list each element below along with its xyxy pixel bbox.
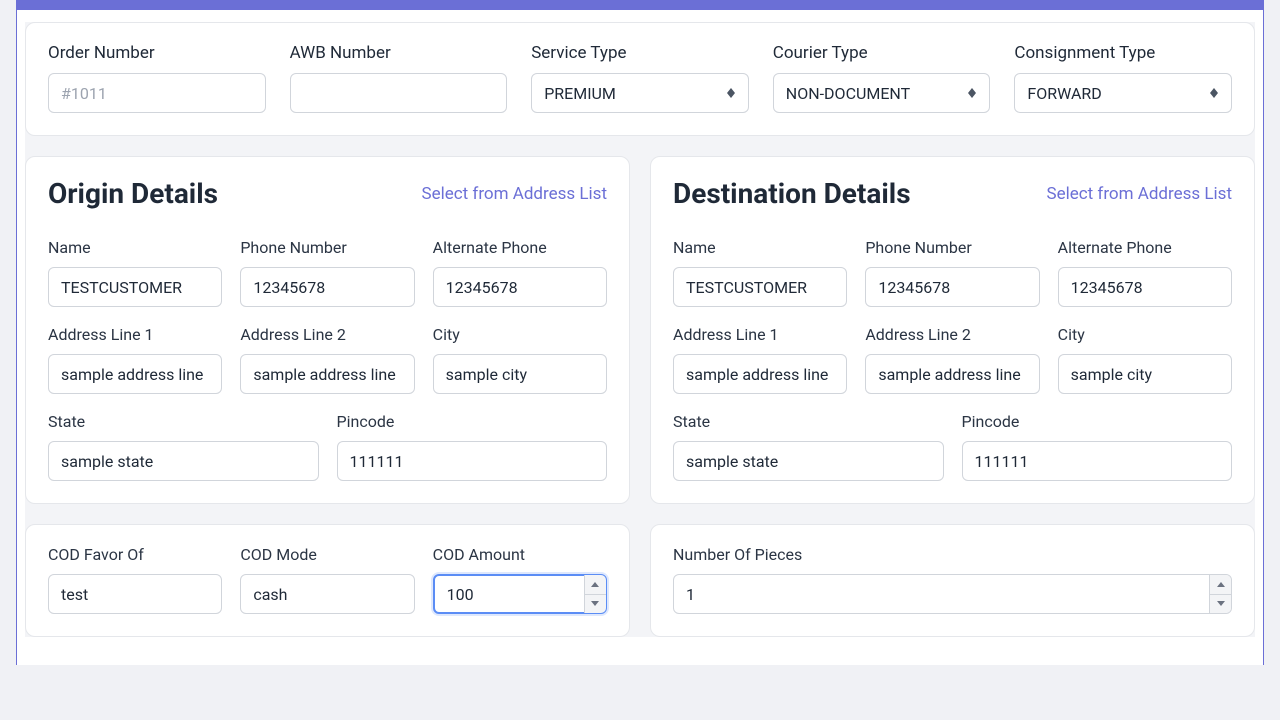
- consignment-type-select[interactable]: FORWARD: [1014, 73, 1232, 113]
- consignment-type-value: FORWARD: [1027, 84, 1101, 103]
- origin-city-input[interactable]: [433, 354, 607, 394]
- origin-name-input[interactable]: [48, 267, 222, 307]
- pieces-spinner: [1209, 575, 1231, 613]
- cod-mode-input[interactable]: [240, 574, 414, 614]
- cod-amount-input[interactable]: [433, 574, 607, 614]
- cod-mode-label: COD Mode: [240, 545, 414, 564]
- courier-type-label: Courier Type: [773, 43, 991, 63]
- cod-amount-step-down[interactable]: [585, 595, 606, 614]
- destination-addr2-input[interactable]: [865, 354, 1039, 394]
- destination-name-input[interactable]: [673, 267, 847, 307]
- origin-state-input[interactable]: [48, 441, 319, 481]
- order-number-label: Order Number: [48, 43, 266, 63]
- origin-alt-phone-input[interactable]: [433, 267, 607, 307]
- awb-number-label: AWB Number: [290, 43, 508, 63]
- destination-phone-label: Phone Number: [865, 238, 1039, 257]
- destination-alt-phone-input[interactable]: [1058, 267, 1232, 307]
- order-number-group: Order Number: [48, 43, 266, 113]
- service-type-label: Service Type: [531, 43, 749, 63]
- origin-addr2-label: Address Line 2: [240, 325, 414, 344]
- destination-city-input[interactable]: [1058, 354, 1232, 394]
- origin-pincode-label: Pincode: [337, 412, 608, 431]
- origin-select-address-link[interactable]: Select from Address List: [421, 184, 607, 204]
- origin-phone-input[interactable]: [240, 267, 414, 307]
- destination-addr1-input[interactable]: [673, 354, 847, 394]
- pieces-input[interactable]: [673, 574, 1232, 614]
- origin-addr1-label: Address Line 1: [48, 325, 222, 344]
- consignment-type-group: Consignment Type FORWARD: [1014, 43, 1232, 113]
- chevron-up-icon: [1217, 582, 1225, 587]
- destination-state-input[interactable]: [673, 441, 944, 481]
- chevron-down-icon: [1217, 601, 1225, 606]
- service-type-group: Service Type PREMIUM: [531, 43, 749, 113]
- destination-phone-input[interactable]: [865, 267, 1039, 307]
- destination-city-label: City: [1058, 325, 1232, 344]
- pieces-label: Number Of Pieces: [673, 545, 1232, 564]
- origin-name-label: Name: [48, 238, 222, 257]
- awb-number-group: AWB Number: [290, 43, 508, 113]
- destination-addr2-label: Address Line 2: [865, 325, 1039, 344]
- origin-title: Origin Details: [48, 177, 218, 210]
- origin-addr1-input[interactable]: [48, 354, 222, 394]
- cod-amount-step-up[interactable]: [585, 575, 606, 595]
- order-number-input[interactable]: [48, 73, 266, 113]
- origin-addr2-input[interactable]: [240, 354, 414, 394]
- chevron-down-icon: [591, 601, 599, 606]
- chevron-up-icon: [591, 582, 599, 587]
- cod-amount-spinner: [584, 575, 606, 613]
- courier-type-group: Courier Type NON-DOCUMENT: [773, 43, 991, 113]
- pieces-step-down[interactable]: [1210, 595, 1231, 614]
- destination-pincode-label: Pincode: [962, 412, 1233, 431]
- origin-pincode-input[interactable]: [337, 441, 608, 481]
- destination-title: Destination Details: [673, 177, 911, 210]
- awb-number-input[interactable]: [290, 73, 508, 113]
- pieces-card: Number Of Pieces: [650, 524, 1255, 637]
- destination-addr1-label: Address Line 1: [673, 325, 847, 344]
- cod-favor-input[interactable]: [48, 574, 222, 614]
- service-type-value: PREMIUM: [544, 84, 616, 103]
- origin-alt-phone-label: Alternate Phone: [433, 238, 607, 257]
- origin-city-label: City: [433, 325, 607, 344]
- destination-state-label: State: [673, 412, 944, 431]
- consignment-type-label: Consignment Type: [1014, 43, 1232, 63]
- top-accent-bar: [16, 0, 1264, 10]
- pieces-step-up[interactable]: [1210, 575, 1231, 595]
- origin-phone-label: Phone Number: [240, 238, 414, 257]
- cod-amount-label: COD Amount: [433, 545, 607, 564]
- destination-name-label: Name: [673, 238, 847, 257]
- cod-favor-label: COD Favor Of: [48, 545, 222, 564]
- destination-details-card: Destination Details Select from Address …: [650, 156, 1255, 504]
- page-container: Order Number AWB Number Service Type PRE…: [16, 10, 1264, 665]
- courier-type-value: NON-DOCUMENT: [786, 84, 910, 103]
- courier-type-select[interactable]: NON-DOCUMENT: [773, 73, 991, 113]
- origin-details-card: Origin Details Select from Address List …: [25, 156, 630, 504]
- cod-card: COD Favor Of COD Mode COD Amount: [25, 524, 630, 637]
- destination-pincode-input[interactable]: [962, 441, 1233, 481]
- service-type-select[interactable]: PREMIUM: [531, 73, 749, 113]
- destination-select-address-link[interactable]: Select from Address List: [1046, 184, 1232, 204]
- consignment-top-card: Order Number AWB Number Service Type PRE…: [25, 22, 1255, 136]
- destination-alt-phone-label: Alternate Phone: [1058, 238, 1232, 257]
- origin-state-label: State: [48, 412, 319, 431]
